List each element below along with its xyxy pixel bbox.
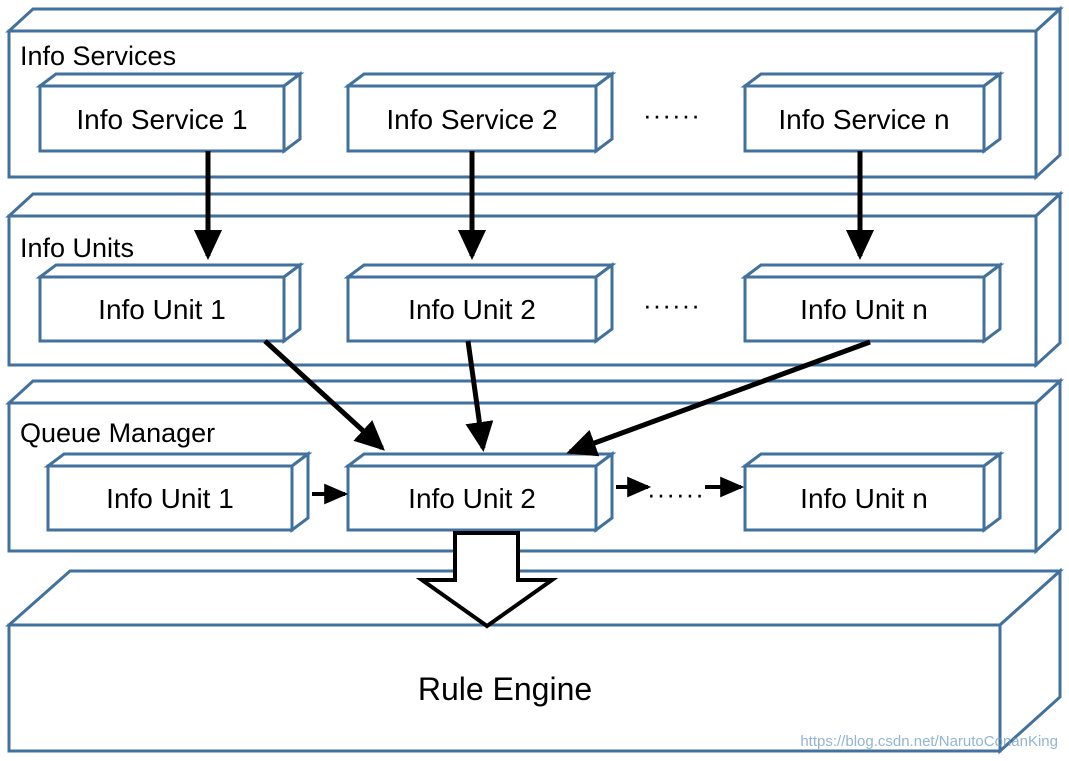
box-info-unit-1-queue[interactable]: Info Unit 1 <box>43 451 313 533</box>
box-right-face <box>594 451 614 533</box>
box-right-face <box>594 71 614 154</box>
box-label: Info Unit 2 <box>408 294 536 325</box>
box-label: Info Unit n <box>800 294 928 325</box>
band-right-face-info-services <box>1034 5 1062 181</box>
box-top-face <box>35 263 305 279</box>
box-right-face <box>982 451 1002 533</box>
box-top-face <box>740 263 1005 279</box>
band-label-rule-engine: Rule Engine <box>418 671 592 707</box>
box-label: Info Unit n <box>800 483 928 514</box>
diagram-canvas: Info Services Info Service 1 Info Servic… <box>5 5 1064 755</box>
box-top-face <box>740 72 1005 88</box>
box-label: Info Unit 1 <box>106 483 234 514</box>
ellipsis-info-services: ······ <box>643 100 701 130</box>
band-top-face-queue-manager <box>5 379 1064 405</box>
box-top-face <box>343 452 617 468</box>
box-label: Info Unit 1 <box>98 294 226 325</box>
box-label: Info Service n <box>778 104 949 135</box>
band-right-face-queue-manager <box>1034 377 1062 555</box>
box-info-unit-2-queue[interactable]: Info Unit 2 <box>343 451 617 533</box>
ellipsis-info-units: ······ <box>643 290 701 320</box>
box-right-face <box>982 71 1002 154</box>
box-info-unit-n-queue[interactable]: Info Unit n <box>740 451 1005 533</box>
box-top-face <box>43 452 313 468</box>
box-top-face <box>35 72 305 88</box>
box-top-face <box>343 72 617 88</box>
band-info-services[interactable]: Info Services Info Service 1 Info Servic… <box>5 5 1064 181</box>
box-label: Info Unit 2 <box>408 483 536 514</box>
box-right-face <box>282 71 302 154</box>
ellipsis-queue-manager: ······ <box>647 479 705 509</box>
box-right-face <box>282 262 302 344</box>
box-label: Info Service 2 <box>386 104 557 135</box>
box-top-face <box>343 263 617 279</box>
box-info-unit-2-units[interactable]: Info Unit 2 <box>343 262 617 344</box>
box-info-service-n[interactable]: Info Service n <box>740 71 1005 154</box>
band-top-face-info-units <box>5 192 1064 218</box>
band-label-info-services: Info Services <box>20 41 176 71</box>
band-label-info-units: Info Units <box>20 233 134 263</box>
box-info-unit-n-units[interactable]: Info Unit n <box>740 262 1005 344</box>
band-label-queue-manager: Queue Manager <box>20 418 215 448</box>
band-info-units[interactable]: Info Units Info Unit 1 Info Unit 2 ·····… <box>5 190 1064 369</box>
box-info-service-2[interactable]: Info Service 2 <box>343 71 617 154</box>
box-info-service-1[interactable]: Info Service 1 <box>35 71 305 154</box>
box-label: Info Service 1 <box>76 104 247 135</box>
box-info-unit-1-units[interactable]: Info Unit 1 <box>35 262 305 344</box>
box-right-face <box>290 451 310 533</box>
box-right-face <box>982 262 1002 344</box>
watermark-text: https://blog.csdn.net/NarutoConanKing <box>800 733 1058 750</box>
box-right-face <box>594 262 614 344</box>
band-right-face-info-units <box>1034 190 1062 369</box>
band-queue-manager[interactable]: Queue Manager Info Unit 1 Info Unit 2 ··… <box>5 377 1064 555</box>
architecture-diagram: Info Services Info Service 1 Info Servic… <box>0 0 1069 761</box>
box-top-face <box>740 452 1005 468</box>
band-rule-engine[interactable]: Rule Engine <box>5 567 1064 755</box>
band-top-face-info-services <box>5 7 1064 33</box>
